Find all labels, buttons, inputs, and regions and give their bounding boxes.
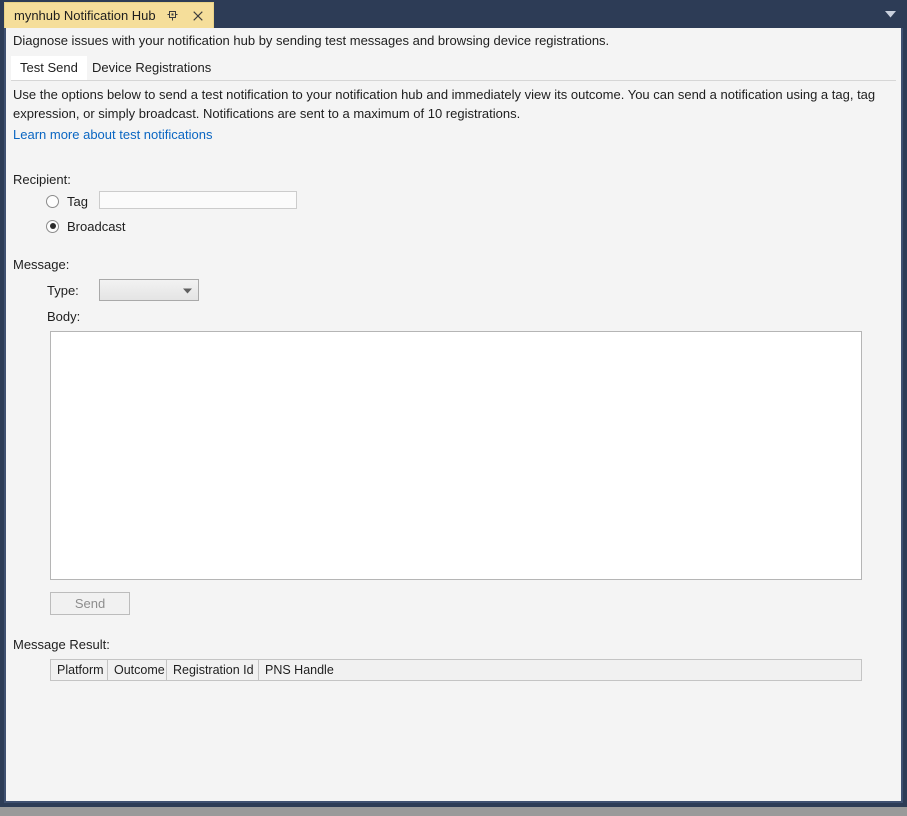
window-intro-text: Diagnose issues with your notification h… [13,33,610,48]
radio-broadcast-mark[interactable] [46,219,59,233]
column-header-pns-handle[interactable]: PNS Handle [259,660,861,680]
learn-more-link[interactable]: Learn more about test notifications [13,127,212,142]
message-label: Message: [13,257,70,272]
message-result-grid: Platform Outcome Registration Id PNS Han… [50,659,862,681]
radio-option-tag[interactable]: Tag [46,192,88,210]
chevron-down-icon [183,287,192,294]
column-header-outcome[interactable]: Outcome [108,660,167,680]
radio-tag-label: Tag [67,193,88,209]
column-header-registration-id[interactable]: Registration Id [167,660,259,680]
message-body-textarea[interactable] [50,331,862,580]
recipient-label: Recipient: [13,172,71,187]
window-titlebar: mynhub Notification Hub [0,0,907,28]
radio-broadcast-label: Broadcast [67,218,126,234]
radio-option-broadcast[interactable]: Broadcast [46,217,126,235]
tool-window: mynhub Notification Hub Diagnose issues … [0,0,907,807]
pin-icon[interactable] [165,6,181,26]
document-tab-mynhub-notification-hub[interactable]: mynhub Notification Hub [4,2,214,28]
message-type-label: Type: [47,283,79,298]
message-body-label: Body: [47,309,81,324]
tab-test-send[interactable]: Test Send [11,56,87,80]
chevron-down-icon[interactable] [883,9,897,19]
radio-tag-mark[interactable] [46,194,59,208]
tab-device-registrations[interactable]: Device Registrations [83,56,220,80]
column-header-platform[interactable]: Platform [51,660,108,680]
document-tab-title: mynhub Notification Hub [14,7,156,23]
message-type-dropdown[interactable] [99,279,199,301]
test-send-description: Use the options below to send a test not… [13,87,876,121]
tool-window-client-area: Diagnose issues with your notification h… [4,28,903,803]
message-result-label: Message Result: [13,637,110,652]
close-icon[interactable] [190,6,206,26]
send-button[interactable]: Send [50,592,130,615]
tab-strip: Test Send Device Registrations [11,56,896,81]
tag-input[interactable] [99,191,297,209]
